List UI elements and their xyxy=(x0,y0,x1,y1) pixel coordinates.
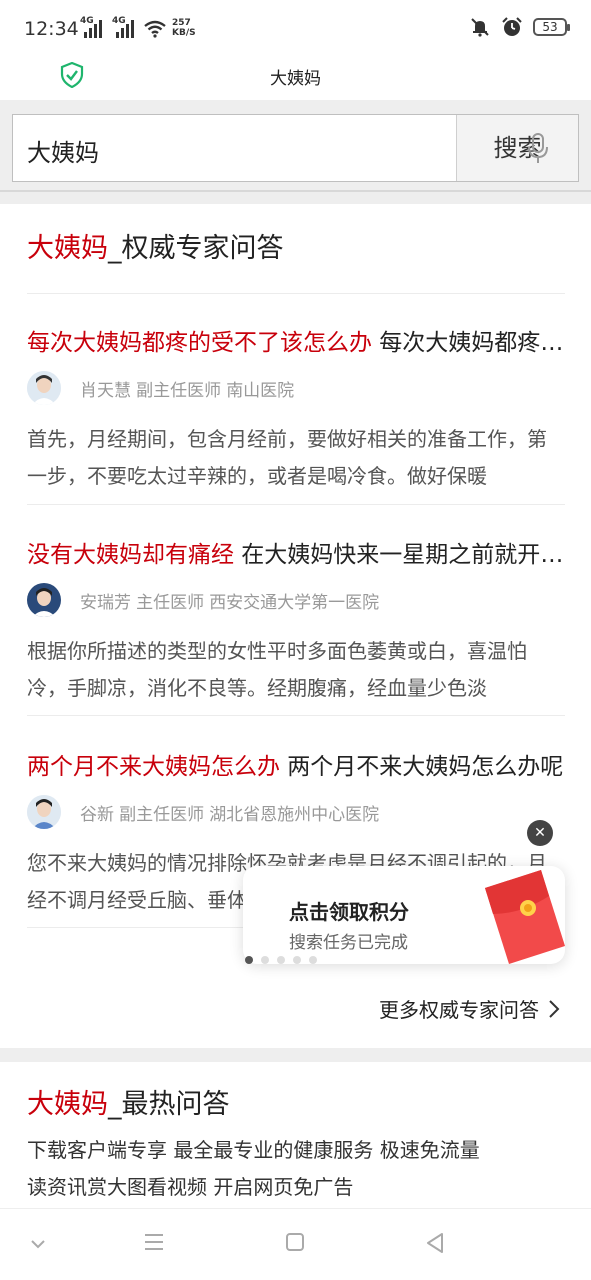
alarm-icon xyxy=(502,17,522,36)
status-signals: 4G 4G 257 KB/S xyxy=(80,16,196,38)
hot-qa-card: 大姨妈_最热问答 下载客户端专享 最全最专业的健康服务 极速免流量 读资讯赏大图… xyxy=(0,1062,591,1208)
network-type-2: 4G xyxy=(112,16,126,26)
qa-title[interactable]: 每次大姨妈都疼的受不了该怎么办 每次大姨妈都疼的受不了该怎么办 xyxy=(27,323,565,357)
section-gap xyxy=(0,1048,591,1062)
qa-item[interactable]: 没有大姨妈却有痛经 在大姨妈快来一星期之前就开始痛经 安瑞芳 主任医师 西安交通… xyxy=(27,535,565,707)
doctor-info: 谷新 副主任医师 湖北省恩施州中心医院 xyxy=(27,795,565,829)
doctor-name: 肖天慧 xyxy=(80,380,131,401)
qa-title-keyword: 没有大姨妈却有痛经 xyxy=(27,542,234,568)
divider xyxy=(0,190,591,192)
doctor-title: 副主任医师 xyxy=(119,804,205,825)
doctor-title: 副主任医师 xyxy=(136,380,222,401)
avatar xyxy=(27,583,61,617)
network-speed: 257 KB/S xyxy=(172,18,196,38)
section-title[interactable]: 大姨妈_权威专家问答 xyxy=(27,226,284,265)
app-promo[interactable]: 下载客户端专享 最全最专业的健康服务 极速免流量 读资讯赏大图看视频 开启网页免… xyxy=(27,1132,480,1206)
qa-title-question: 每次大姨妈都疼的受不了该怎么办 xyxy=(379,330,565,356)
speed-unit: KB/S xyxy=(172,28,196,38)
divider xyxy=(27,715,565,716)
system-nav-bar xyxy=(0,1208,591,1280)
status-bar: 12:34 4G 4G 257 KB/S 53 xyxy=(0,0,591,56)
signal-icon-1: 4G xyxy=(80,16,106,38)
more-expert-qa-link[interactable]: 更多权威专家问答 xyxy=(379,994,561,1023)
back-triangle-icon[interactable] xyxy=(426,1233,444,1253)
doctor-name: 谷新 xyxy=(80,804,114,825)
carousel-dots xyxy=(245,956,317,964)
carousel-dot xyxy=(277,956,285,964)
more-label: 更多权威专家问答 xyxy=(379,998,539,1022)
reward-popup[interactable]: 点击领取积分 搜索任务已完成 xyxy=(243,866,565,964)
carousel-dot xyxy=(245,956,253,964)
status-right: 53 xyxy=(469,16,570,38)
signal-icon-2: 4G xyxy=(112,16,138,38)
divider xyxy=(27,504,565,505)
qa-answer: 首先，月经期间，包含月经前，要做好相关的准备工作，第一步，不要吃太过辛辣的，或者… xyxy=(27,427,547,488)
qa-title-keyword: 两个月不来大姨妈怎么办 xyxy=(27,754,280,780)
home-square-icon[interactable] xyxy=(286,1233,304,1251)
qa-item[interactable]: 每次大姨妈都疼的受不了该怎么办 每次大姨妈都疼的受不了该怎么办 肖天慧 副主任医… xyxy=(27,323,565,495)
section-title-rest: _最热问答 xyxy=(108,1089,230,1120)
section-title-keyword: 大姨妈 xyxy=(27,233,108,264)
qa-title[interactable]: 两个月不来大姨妈怎么办 两个月不来大姨妈怎么办呢 xyxy=(27,747,565,781)
chevron-down-icon[interactable] xyxy=(30,1239,46,1249)
doctor-name: 安瑞芳 xyxy=(80,592,131,613)
section-title-rest: _权威专家问答 xyxy=(108,233,284,264)
section-title-keyword: 大姨妈 xyxy=(27,1089,108,1120)
battery-icon: 53 xyxy=(533,18,570,36)
popup-title: 点击领取积分 xyxy=(289,900,409,924)
wifi-icon xyxy=(144,20,166,38)
mute-bell-icon xyxy=(471,18,489,37)
doctor-info: 安瑞芳 主任医师 西安交通大学第一医院 xyxy=(27,583,565,617)
menu-icon[interactable] xyxy=(144,1233,164,1251)
carousel-dot xyxy=(293,956,301,964)
qa-title[interactable]: 没有大姨妈却有痛经 在大姨妈快来一星期之前就开始痛经 xyxy=(27,535,565,569)
chevron-right-icon xyxy=(549,999,560,1018)
red-packet-icon[interactable] xyxy=(471,868,567,966)
doctor-hospital: 西安交通大学第一医院 xyxy=(209,592,380,613)
promo-line-1: 下载客户端专享 最全最专业的健康服务 极速免流量 xyxy=(27,1138,480,1162)
promo-line-2: 读资讯赏大图看视频 开启网页免广告 xyxy=(27,1175,354,1199)
carousel-dot xyxy=(309,956,317,964)
qa-title-question: 在大姨妈快来一星期之前就开始痛经 xyxy=(241,542,565,568)
search-box: 大姨妈 搜索 xyxy=(12,114,579,182)
divider xyxy=(27,293,565,294)
qa-title-question: 两个月不来大姨妈怎么办呢 xyxy=(280,754,564,780)
search-button[interactable]: 搜索 xyxy=(456,115,578,181)
carousel-dot xyxy=(261,956,269,964)
qa-answer: 根据你所描述的类型的女性平时多面色萎黄或白，喜温怕冷，手脚凉，消化不良等。经期腹… xyxy=(27,639,527,700)
doctor-hospital: 南山医院 xyxy=(226,380,295,401)
popup-subtitle: 搜索任务已完成 xyxy=(289,933,408,953)
page-title: 大姨妈 xyxy=(270,69,321,89)
search-input[interactable]: 大姨妈 xyxy=(13,115,456,181)
close-icon[interactable]: ✕ xyxy=(527,820,553,846)
doctor-info: 肖天慧 副主任医师 南山医院 xyxy=(27,371,565,405)
network-type-1: 4G xyxy=(80,16,94,26)
avatar xyxy=(27,371,61,405)
status-time: 12:34 xyxy=(24,18,79,40)
avatar xyxy=(27,795,61,829)
microphone-icon[interactable] xyxy=(526,133,550,165)
section-title[interactable]: 大姨妈_最热问答 xyxy=(27,1082,230,1121)
url-bar[interactable]: 大姨妈 xyxy=(0,56,591,100)
qa-title-keyword: 每次大姨妈都疼的受不了该怎么办 xyxy=(27,330,372,356)
speed-value: 257 xyxy=(172,18,191,28)
doctor-title: 主任医师 xyxy=(136,592,205,613)
search-band: 大姨妈 搜索 xyxy=(0,100,591,204)
doctor-hospital: 湖北省恩施州中心医院 xyxy=(209,804,380,825)
